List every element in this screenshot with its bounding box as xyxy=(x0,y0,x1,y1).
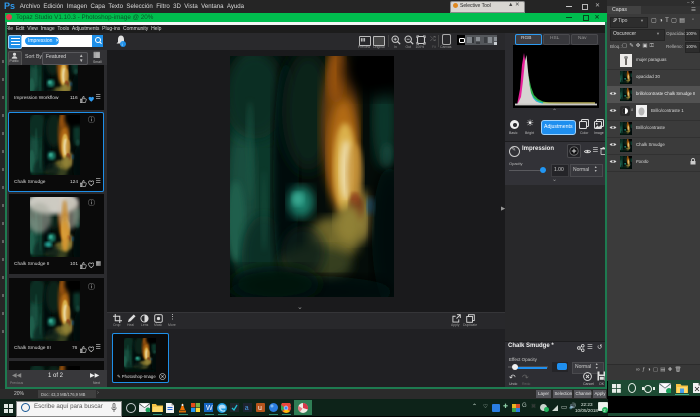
svg-text:u: u xyxy=(258,405,262,412)
svg-text:a: a xyxy=(245,405,249,412)
svg-text:W: W xyxy=(206,405,213,412)
